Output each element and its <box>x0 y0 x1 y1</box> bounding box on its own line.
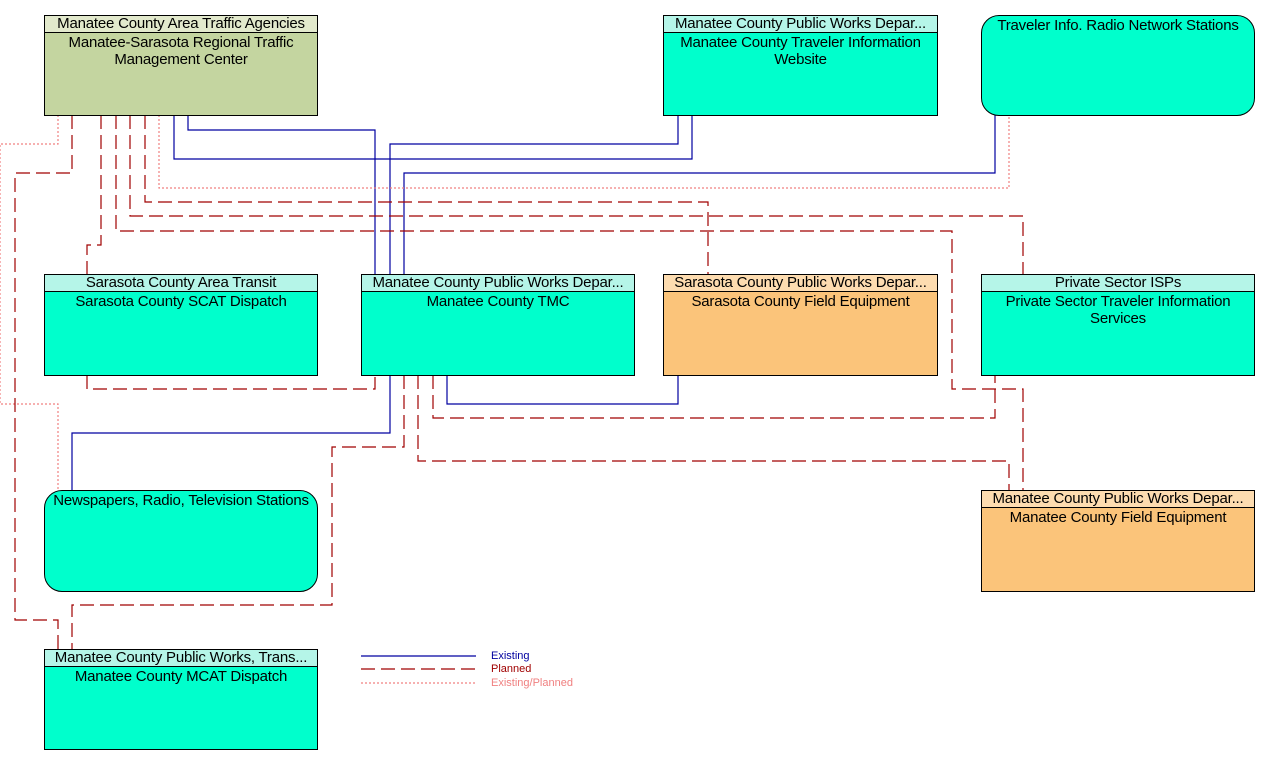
node-manatee-tmc[interactable]: Manatee County Public Works Depar... Man… <box>361 274 635 376</box>
node-title: Manatee County MCAT Dispatch <box>74 668 288 685</box>
node-title: Manatee County Traveler Information Webs… <box>680 34 921 68</box>
legend-label-planned: Planned <box>491 663 532 675</box>
node-header: Manatee County Public Works Depar... <box>664 16 937 33</box>
node-header: Manatee County Public Works, Trans... <box>45 650 317 667</box>
node-header: Sarasota County Public Works Depar... <box>664 275 937 292</box>
link-mstmc-web-existing <box>173 115 693 160</box>
legend-label-existing-planned: Existing/Planned <box>491 677 573 689</box>
link-tmc-media-existing <box>71 375 391 490</box>
node-title: Manatee County TMC <box>426 293 570 310</box>
node-header: Manatee County Public Works Depar... <box>362 275 634 292</box>
node-mcat-dispatch[interactable]: Manatee County Public Works, Trans... Ma… <box>44 649 318 750</box>
link-mstmc-tmc-existing-a <box>187 115 376 275</box>
link-tmc-isp-planned <box>432 375 996 419</box>
node-title: Manatee County Field Equipment <box>1009 509 1227 526</box>
node-header: Manatee County Public Works Depar... <box>982 491 1254 508</box>
node-title: Manatee-Sarasota Regional Traffic Manage… <box>68 34 294 68</box>
link-mstmc-scat-planned <box>86 115 102 275</box>
link-tmc-sfe-existing <box>446 375 679 405</box>
node-private-sector-isp[interactable]: Private Sector ISPs Private Sector Trave… <box>981 274 1255 376</box>
node-title: Private Sector Traveler Information Serv… <box>1005 293 1231 327</box>
link-mstmc-isp-planned <box>129 115 1024 275</box>
link-mstmc-sfe-planned <box>144 115 709 275</box>
node-regional-tmc[interactable]: Manatee County Area Traffic Agencies Man… <box>44 15 318 116</box>
node-header: Private Sector ISPs <box>982 275 1254 292</box>
node-title: Sarasota County Field Equipment <box>691 293 910 310</box>
link-mstmc-radio-existing-planned <box>158 115 1010 189</box>
node-traveler-info-website[interactable]: Manatee County Public Works Depar... Man… <box>663 15 938 116</box>
link-tmc-mfe-planned <box>417 375 1010 490</box>
link-radio-tmc-existing <box>403 115 996 275</box>
node-title: Traveler Info. Radio Network Stations <box>997 17 1239 34</box>
link-scat-tmc-planned <box>86 375 376 390</box>
legend-label-existing: Existing <box>491 650 530 662</box>
node-radio-network-stations[interactable]: Traveler Info. Radio Network Stations <box>981 15 1255 116</box>
node-header: Manatee County Area Traffic Agencies <box>45 16 317 33</box>
link-web-tmc-existing <box>389 115 679 275</box>
node-title: Newspapers, Radio, Television Stations <box>53 492 309 509</box>
node-scat-dispatch[interactable]: Sarasota County Area Transit Sarasota Co… <box>44 274 318 376</box>
node-title: Sarasota County SCAT Dispatch <box>75 293 287 310</box>
node-header: Sarasota County Area Transit <box>45 275 317 292</box>
node-media-stations[interactable]: Newspapers, Radio, Television Stations <box>44 490 318 592</box>
node-manatee-field-equipment[interactable]: Manatee County Public Works Depar... Man… <box>981 490 1255 592</box>
node-sarasota-field-equipment[interactable]: Sarasota County Public Works Depar... Sa… <box>663 274 938 376</box>
